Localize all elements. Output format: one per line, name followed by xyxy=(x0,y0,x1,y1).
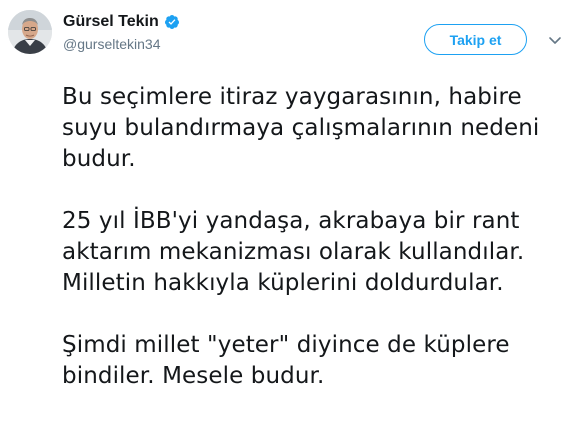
author-display-name[interactable]: Gürsel Tekin xyxy=(63,12,159,32)
avatar[interactable] xyxy=(8,10,52,54)
author-name-row: Gürsel Tekin xyxy=(63,12,180,32)
author-handle[interactable]: @gurseltekin34 xyxy=(63,35,161,53)
avatar-photo xyxy=(8,10,52,54)
tweet-text: Bu seçimlere itiraz yaygarasının, habire… xyxy=(62,82,572,423)
tweet-paragraph: 25 yıl İBB'yi yandaşa, akrabaya bir rant… xyxy=(62,208,525,296)
tweet-paragraph: Şimdi millet "yeter" diyince de küplere … xyxy=(62,332,510,389)
tweet-paragraph: Bu seçimlere itiraz yaygarasının, habire… xyxy=(62,84,540,172)
tweet-card: Gürsel Tekin @gurseltekin34 Takip et Bu … xyxy=(0,0,584,403)
verified-badge-icon xyxy=(164,14,180,30)
chevron-down-icon[interactable] xyxy=(547,32,563,48)
follow-button[interactable]: Takip et xyxy=(424,24,527,55)
